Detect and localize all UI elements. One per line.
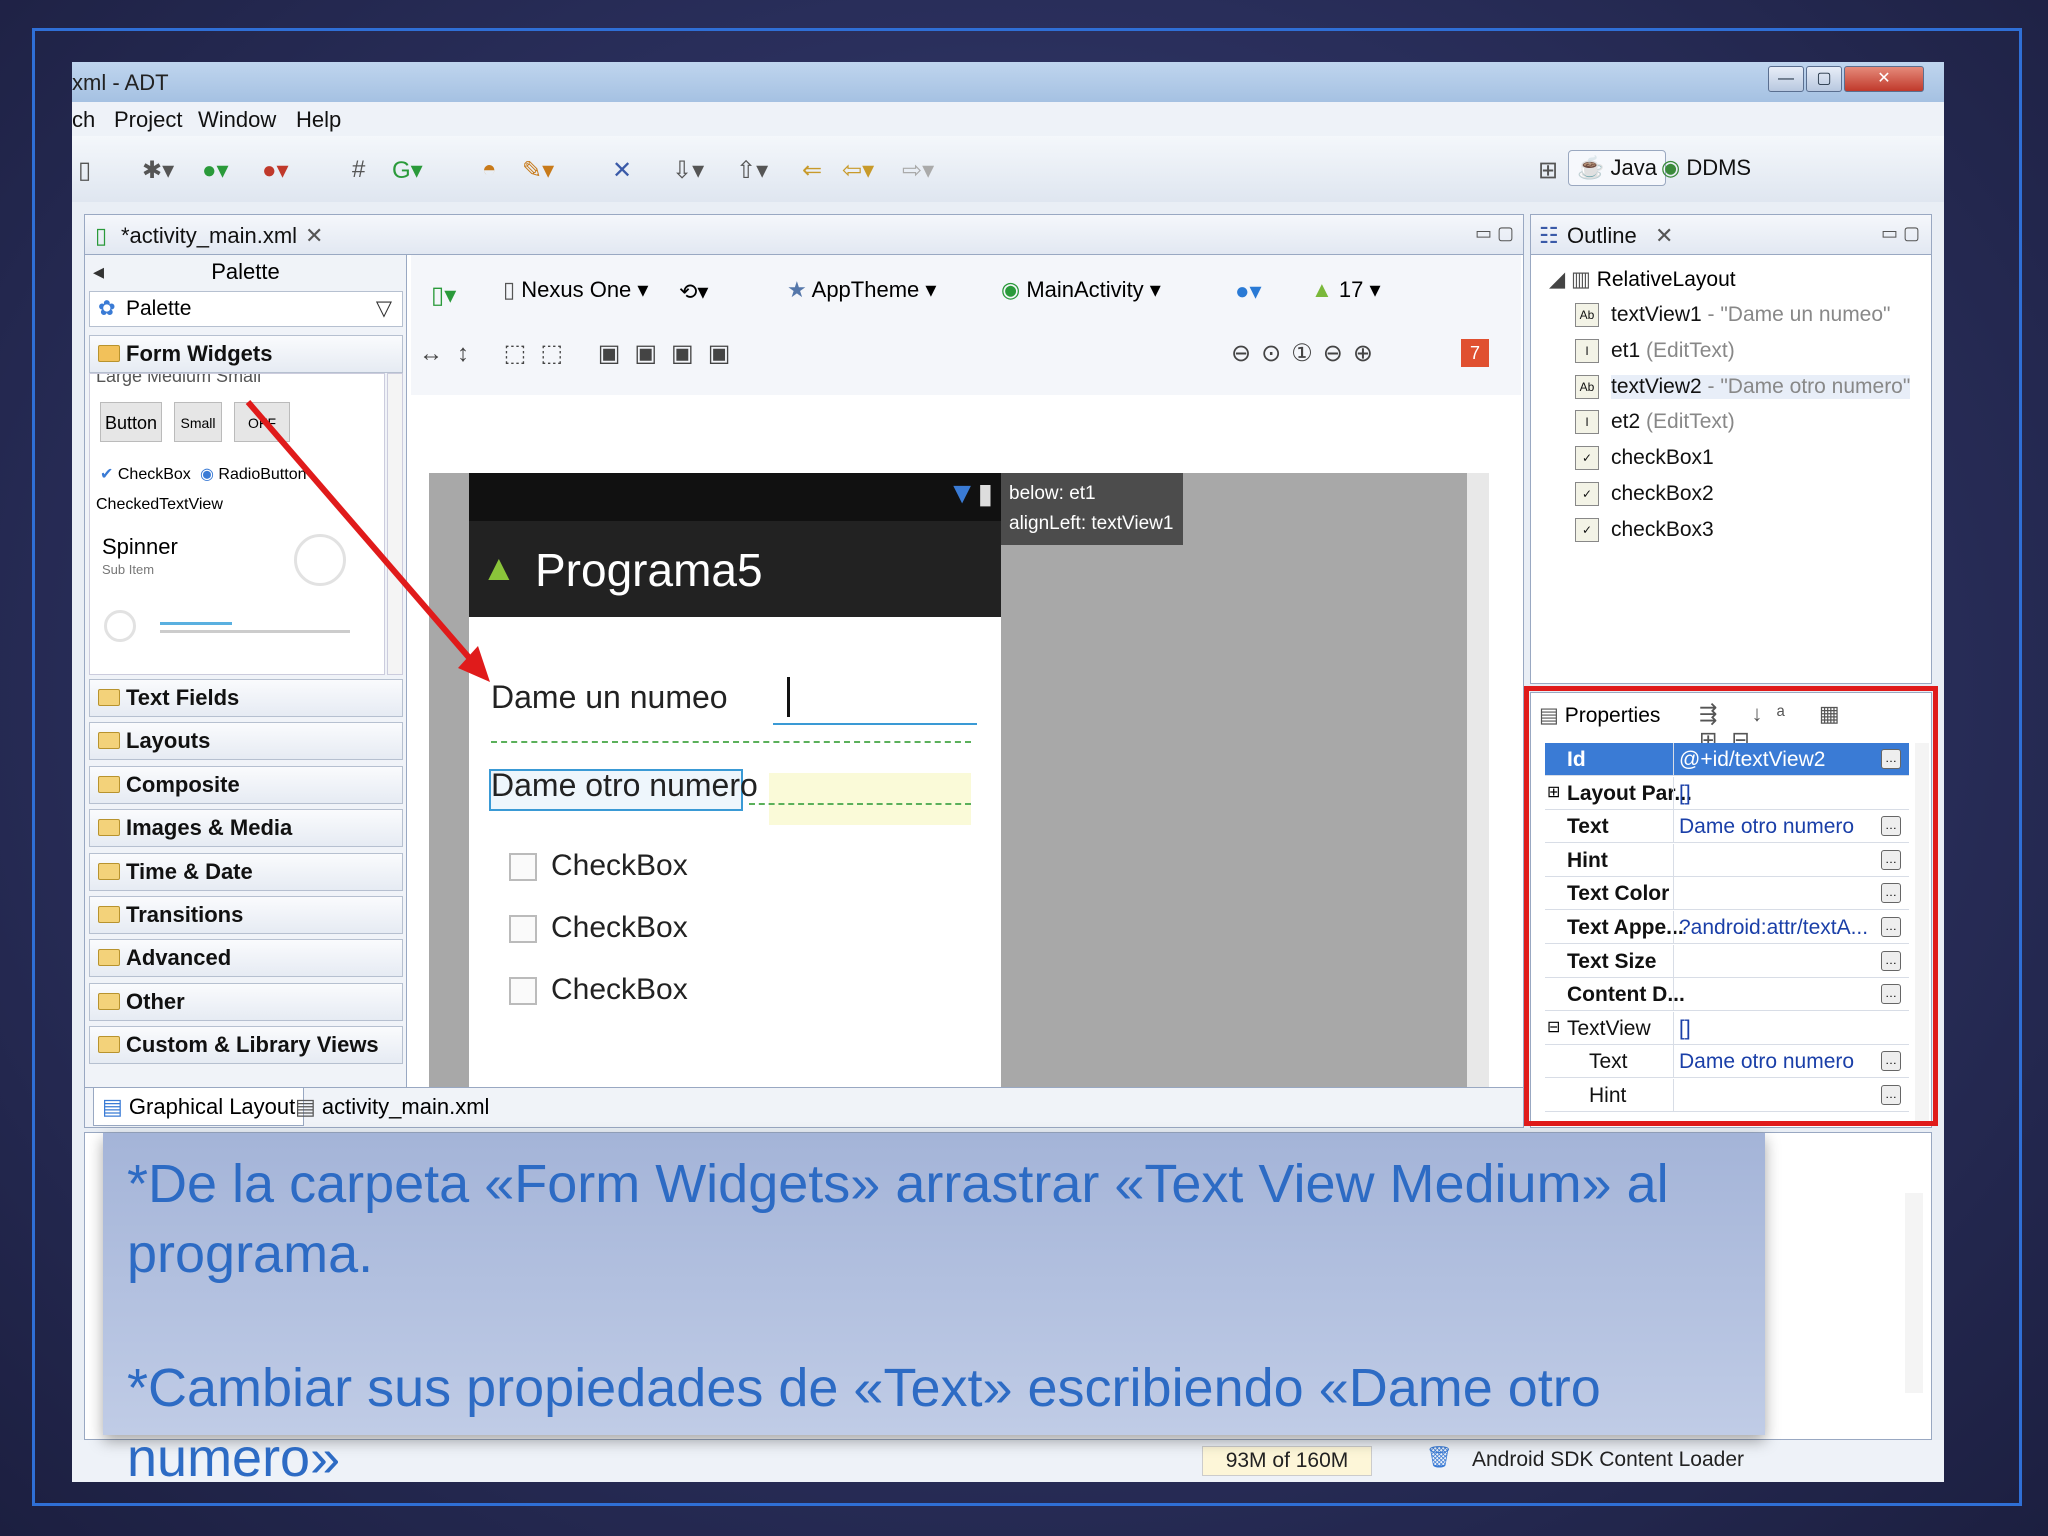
callout-line-2: *Cambiar sus propiedades de «Text» escri…	[127, 1358, 1601, 1488]
arrow-line	[245, 400, 481, 670]
callout-line-1: *De la carpeta «Form Widgets» arrastrar …	[127, 1154, 1669, 1284]
instruction-callout: *De la carpeta «Form Widgets» arrastrar …	[103, 1133, 1765, 1488]
